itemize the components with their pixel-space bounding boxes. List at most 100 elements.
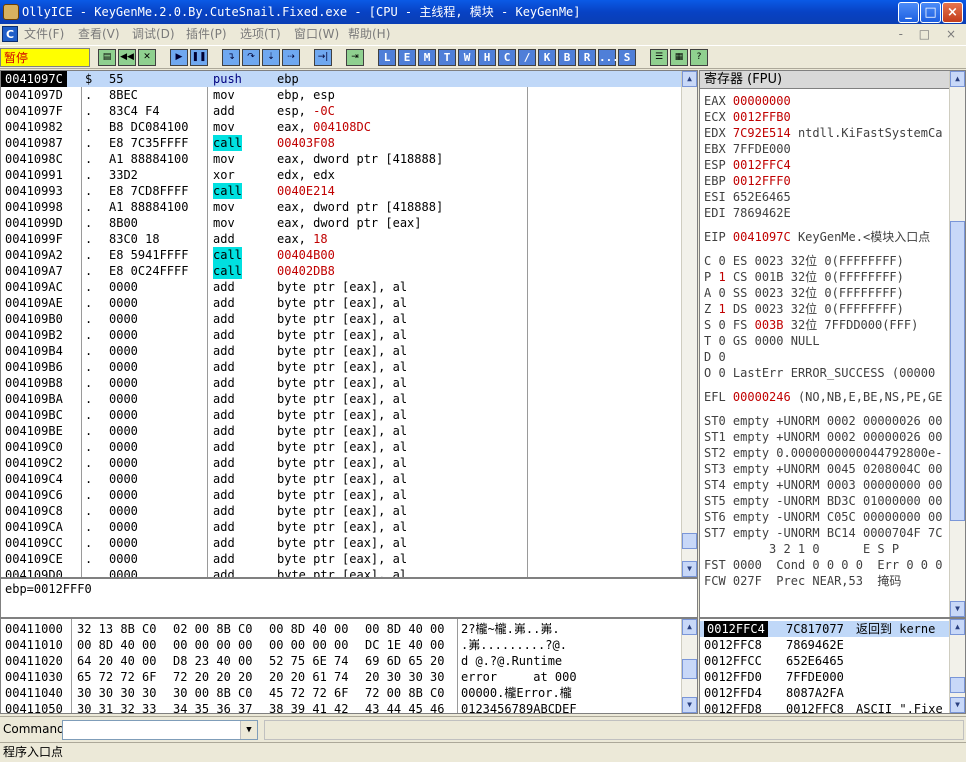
register-line[interactable]: ST0 empty +UNORM 0002 00000026 00: [704, 413, 942, 429]
windows-button[interactable]: W: [458, 49, 476, 66]
scroll-thumb[interactable]: [950, 677, 965, 693]
title-bar[interactable]: OllyICE - KeyGenMe.2.0.By.CuteSnail.Fixe…: [0, 0, 966, 24]
menu-file[interactable]: 文件(F): [24, 24, 64, 45]
scroll-down-icon[interactable]: ▼: [950, 697, 965, 713]
disasm-row[interactable]: 004109AC. 0000 add byte ptr [eax], al: [1, 279, 682, 295]
references-button[interactable]: R: [578, 49, 596, 66]
scroll-up-icon[interactable]: ▲: [950, 619, 965, 635]
source-button[interactable]: S: [618, 49, 636, 66]
memory-dump-panel[interactable]: 00411000 32 13 8B C0 02 00 8B C0 00 8D 40 0…: [0, 618, 698, 714]
disasm-row[interactable]: 00410987. E8 7C35FFFF call 00403F08: [1, 135, 682, 151]
patches-button[interactable]: /: [518, 49, 536, 66]
dump-scrollbar[interactable]: ▲ ▼: [681, 619, 697, 713]
disasm-row[interactable]: 0041099F. 83C0 18 add eax, 18: [1, 231, 682, 247]
cpu-button[interactable]: C: [498, 49, 516, 66]
breakpoints-button[interactable]: B: [558, 49, 576, 66]
menu-plugins[interactable]: 插件(P): [186, 24, 227, 45]
register-line[interactable]: ST1 empty +UNORM 0002 00000026 00: [704, 429, 942, 445]
scroll-up-icon[interactable]: ▲: [950, 71, 965, 87]
list-icon[interactable]: ☰: [650, 49, 668, 66]
scroll-up-icon[interactable]: ▲: [682, 619, 697, 635]
register-line[interactable]: T 0 GS 0000 NULL: [704, 333, 820, 349]
minimize-button[interactable]: _: [898, 2, 919, 23]
chevron-down-icon[interactable]: ▼: [240, 721, 257, 739]
disasm-row[interactable]: 004109CC. 0000 add byte ptr [eax], al: [1, 535, 682, 551]
scroll-thumb[interactable]: [682, 659, 697, 679]
register-line[interactable]: A 0 SS 0023 32位 0(FFFFFFFF): [704, 285, 904, 301]
memory-button[interactable]: M: [418, 49, 436, 66]
menu-options[interactable]: 选项(T): [240, 24, 281, 45]
disasm-row[interactable]: 004109AE. 0000 add byte ptr [eax], al: [1, 295, 682, 311]
stack-row[interactable]: 0012FFD8 0012FFC8 ASCII ".Fixe: [700, 701, 950, 713]
log-window-button[interactable]: L: [378, 49, 396, 66]
stack-panel[interactable]: 0012FFC4 7C817077 返回到 kerne 0012FFC8 7869462…: [699, 618, 966, 714]
mdi-controls[interactable]: - □ ×: [899, 24, 962, 45]
maximize-button[interactable]: □: [920, 2, 941, 23]
stack-row[interactable]: 0012FFD4 8087A2FA: [700, 685, 950, 701]
disasm-row[interactable]: 004109BA. 0000 add byte ptr [eax], al: [1, 391, 682, 407]
disasm-row[interactable]: 0041097F. 83C4 F4 add esp, -0C: [1, 103, 682, 119]
disasm-row[interactable]: 0041099D. 8B00 mov eax, dword ptr [eax]: [1, 215, 682, 231]
disasm-row[interactable]: 004109CE. 0000 add byte ptr [eax], al: [1, 551, 682, 567]
disasm-row[interactable]: 004109B6. 0000 add byte ptr [eax], al: [1, 359, 682, 375]
disasm-row[interactable]: 0041098C. A1 88884100 mov eax, dword ptr [4…: [1, 151, 682, 167]
disasm-row[interactable]: 004109B2. 0000 add byte ptr [eax], al: [1, 327, 682, 343]
register-line[interactable]: 3 2 1 0 E S P: [704, 541, 899, 557]
register-line[interactable]: EBX 7FFDE000: [704, 141, 791, 157]
menu-help[interactable]: 帮助(H): [348, 24, 390, 45]
disasm-row[interactable]: 004109C6. 0000 add byte ptr [eax], al: [1, 487, 682, 503]
modules-button[interactable]: E: [398, 49, 416, 66]
command-input[interactable]: [62, 720, 258, 740]
close-button[interactable]: ×: [942, 2, 963, 23]
register-line[interactable]: FCW 027F Prec NEAR,53 掩码: [704, 573, 901, 589]
close-program-icon[interactable]: ✕: [138, 49, 156, 66]
disasm-row[interactable]: 004109BC. 0000 add byte ptr [eax], al: [1, 407, 682, 423]
disasm-row[interactable]: 004109B4. 0000 add byte ptr [eax], al: [1, 343, 682, 359]
register-line[interactable]: Z 1 DS 0023 32位 0(FFFFFFFF): [704, 301, 904, 317]
register-line[interactable]: D 0: [704, 349, 726, 365]
trace-into-icon[interactable]: ⇣: [262, 49, 280, 66]
step-over-icon[interactable]: ↷: [242, 49, 260, 66]
stack-scrollbar[interactable]: ▲ ▼: [949, 619, 965, 713]
scroll-thumb[interactable]: [950, 221, 965, 521]
scroll-up-icon[interactable]: ▲: [682, 71, 697, 87]
step-into-icon[interactable]: ↴: [222, 49, 240, 66]
help-icon[interactable]: ?: [690, 49, 708, 66]
disasm-row[interactable]: 004109C8. 0000 add byte ptr [eax], al: [1, 503, 682, 519]
scroll-thumb[interactable]: [682, 533, 697, 549]
disasm-row[interactable]: 004109A7. E8 0C24FFFF call 00402DB8: [1, 263, 682, 279]
register-line[interactable]: ST6 empty -UNORM C05C 00000000 00: [704, 509, 942, 525]
register-line[interactable]: ESP 0012FFC4: [704, 157, 791, 173]
disasm-row[interactable]: 0041097C $55 push ebp: [1, 71, 682, 87]
register-line[interactable]: EFL 00000246 (NO,NB,E,BE,NS,PE,GE: [704, 389, 942, 405]
register-line[interactable]: EAX 00000000: [704, 93, 791, 109]
scroll-down-icon[interactable]: ▼: [682, 561, 697, 577]
register-line[interactable]: ST5 empty -UNORM BD3C 01000000 00: [704, 493, 942, 509]
goto-icon[interactable]: ⇥: [346, 49, 364, 66]
register-line[interactable]: FST 0000 Cond 0 0 0 0 Err 0 0 0: [704, 557, 942, 573]
disasm-row[interactable]: 0041097D. 8BEC mov ebp, esp: [1, 87, 682, 103]
trace-over-icon[interactable]: ⇢: [282, 49, 300, 66]
registers-panel[interactable]: 寄存器 (FPU) EAX 00000000 ECX 0012FFB0 EDX 7C…: [699, 70, 966, 618]
register-line[interactable]: EDI 7869462E: [704, 205, 791, 221]
scroll-down-icon[interactable]: ▼: [950, 601, 965, 617]
disasm-row[interactable]: 004109B8. 0000 add byte ptr [eax], al: [1, 375, 682, 391]
register-line[interactable]: EBP 0012FFF0: [704, 173, 791, 189]
disasm-row[interactable]: 00410982. B8 DC084100 mov eax, 004108DC: [1, 119, 682, 135]
register-line[interactable]: ST4 empty +UNORM 0003 00000000 00: [704, 477, 942, 493]
disasm-row[interactable]: 004109C2. 0000 add byte ptr [eax], al: [1, 455, 682, 471]
scroll-down-icon[interactable]: ▼: [682, 697, 697, 713]
disasm-row[interactable]: 004109BE. 0000 add byte ptr [eax], al: [1, 423, 682, 439]
disasm-row[interactable]: 00410991. 33D2 xor edx, edx: [1, 167, 682, 183]
registers-header[interactable]: 寄存器 (FPU): [700, 71, 950, 89]
disasm-row[interactable]: 004109CA. 0000 add byte ptr [eax], al: [1, 519, 682, 535]
threads-button[interactable]: T: [438, 49, 456, 66]
stack-row[interactable]: 0012FFC4 7C817077 返回到 kerne: [700, 621, 950, 637]
register-line[interactable]: ECX 0012FFB0: [704, 109, 791, 125]
run-icon[interactable]: ▶: [170, 49, 188, 66]
menu-window[interactable]: 窗口(W): [294, 24, 339, 45]
disasm-row[interactable]: 004109D0. 0000 add byte ptr [eax], al: [1, 567, 682, 577]
register-line[interactable]: ST7 empty -UNORM BC14 0000704F 7C: [704, 525, 942, 541]
menu-view[interactable]: 查看(V): [78, 24, 120, 45]
call-stack-button[interactable]: K: [538, 49, 556, 66]
